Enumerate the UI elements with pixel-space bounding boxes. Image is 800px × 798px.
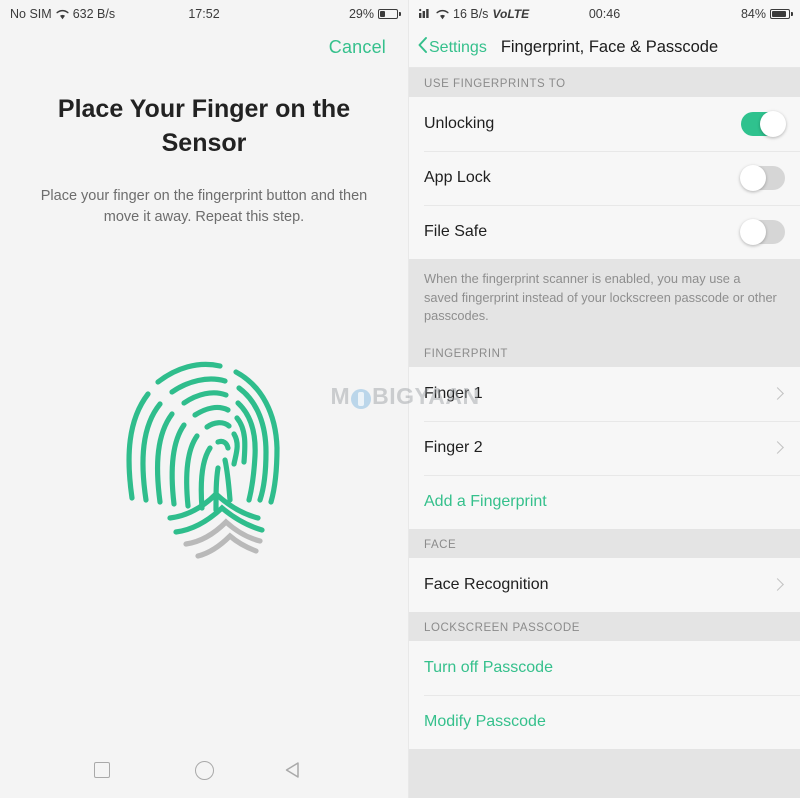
- triangle-back-icon[interactable]: [285, 761, 314, 779]
- passcode-card: Turn off Passcode Modify Passcode: [409, 640, 800, 749]
- row-control: [771, 578, 785, 591]
- row-unlocking[interactable]: Unlocking: [409, 97, 800, 151]
- dual-phone-screenshot: No SIM 632 B/s 17:52 29% Cancel Place Yo…: [0, 0, 800, 798]
- page-subtitle: Place your finger on the fingerprint but…: [40, 188, 368, 225]
- row-label: Finger 1: [424, 384, 483, 402]
- fingerprint-graphic: [0, 228, 408, 742]
- fingerprint-card: Finger 1 Finger 2 Add a Fingerprint: [409, 366, 800, 529]
- page-title: Fingerprint, Face & Passcode: [500, 38, 719, 56]
- battery-fill: [380, 11, 385, 17]
- row-finger-2[interactable]: Finger 2: [409, 420, 800, 475]
- row-label: Face Recognition: [424, 575, 549, 593]
- page-title: Place Your Finger on the Sensor: [57, 95, 351, 157]
- row-label: Add a Fingerprint: [424, 492, 547, 510]
- row-label: Turn off Passcode: [424, 658, 553, 676]
- left-status-right: 29%: [348, 7, 401, 21]
- row-control: [771, 387, 785, 400]
- right-status-right: 84%: [740, 7, 793, 21]
- toggle-knob: [760, 111, 786, 137]
- chevron-right-icon: [771, 441, 784, 454]
- right-status-left: 16 B/s VoLTE: [419, 7, 529, 22]
- back-to-settings-button[interactable]: Settings: [417, 36, 487, 59]
- use-fingerprints-card: Unlocking App Lock File Safe: [409, 97, 800, 259]
- wifi-icon: [436, 9, 449, 20]
- toggle-knob: [740, 165, 766, 191]
- cancel-button[interactable]: Cancel: [329, 37, 386, 58]
- chevron-right-icon: [771, 578, 784, 591]
- face-card: Face Recognition: [409, 557, 800, 612]
- row-file-safe[interactable]: File Safe: [409, 205, 800, 259]
- row-label: App Lock: [424, 169, 491, 186]
- battery-icon: [770, 9, 793, 19]
- network-speed-label: 632 B/s: [72, 7, 116, 21]
- toggle-knob: [740, 219, 766, 245]
- row-app-lock[interactable]: App Lock: [409, 151, 800, 205]
- row-label: Modify Passcode: [424, 712, 546, 730]
- row-control: [771, 441, 785, 454]
- network-speed-label: 16 B/s: [453, 7, 489, 21]
- battery-icon: [378, 9, 401, 19]
- settings-scroll-area[interactable]: USE FINGERPRINTS TO Unlocking App Lock F…: [409, 68, 800, 798]
- section-label-fingerprint: FINGERPRINT: [424, 347, 508, 360]
- fingerprint-icon: [126, 361, 280, 559]
- wifi-icon: [56, 9, 69, 20]
- row-control: [740, 165, 785, 191]
- row-label: Unlocking: [424, 115, 495, 132]
- circle-home-icon[interactable]: [194, 760, 214, 780]
- right-phone-screen: 16 B/s VoLTE 00:46 84% Settings Fingerpr…: [408, 0, 800, 798]
- left-status-bar: No SIM 632 B/s 17:52 29%: [0, 0, 408, 28]
- row-add-fingerprint[interactable]: Add a Fingerprint: [409, 474, 800, 529]
- chevron-left-icon: [417, 36, 428, 59]
- row-modify-passcode[interactable]: Modify Passcode: [409, 694, 800, 749]
- section-label-use-fingerprints: USE FINGERPRINTS TO: [424, 78, 566, 90]
- chevron-right-icon: [771, 387, 784, 400]
- right-status-bar: 16 B/s VoLTE 00:46 84%: [409, 0, 800, 28]
- volte-label: VoLTE: [492, 7, 530, 21]
- section-label-face: FACE: [424, 538, 457, 551]
- cancel-row: Cancel: [0, 28, 408, 66]
- square-recents-icon[interactable]: [94, 762, 111, 778]
- unlocking-toggle[interactable]: [741, 111, 786, 137]
- left-status-left: No SIM 632 B/s: [10, 7, 115, 21]
- row-control: [741, 111, 786, 137]
- battery-percent-label: 84%: [740, 7, 766, 21]
- android-nav-bar: [0, 742, 408, 798]
- app-lock-toggle[interactable]: [740, 165, 785, 191]
- battery-percent-label: 29%: [348, 7, 374, 21]
- row-label: Finger 2: [424, 438, 483, 456]
- settings-header: Settings Fingerprint, Face & Passcode: [409, 28, 800, 68]
- signal-bars-icon: [419, 7, 432, 22]
- back-label: Settings: [429, 38, 487, 56]
- row-turn-off-passcode[interactable]: Turn off Passcode: [409, 641, 800, 695]
- row-face-recognition[interactable]: Face Recognition: [409, 558, 800, 612]
- carrier-label: No SIM: [10, 7, 52, 21]
- row-control: [740, 219, 785, 245]
- left-phone-screen: No SIM 632 B/s 17:52 29% Cancel Place Yo…: [0, 0, 479, 798]
- row-label: File Safe: [424, 223, 488, 240]
- battery-fill: [772, 11, 787, 17]
- row-finger-1[interactable]: Finger 1: [409, 367, 800, 421]
- fingerprint-note: When the fingerprint scanner is enabled,…: [424, 271, 777, 323]
- file-safe-toggle[interactable]: [740, 219, 785, 245]
- section-label-lockscreen-passcode: LOCKSCREEN PASSCODE: [424, 621, 580, 634]
